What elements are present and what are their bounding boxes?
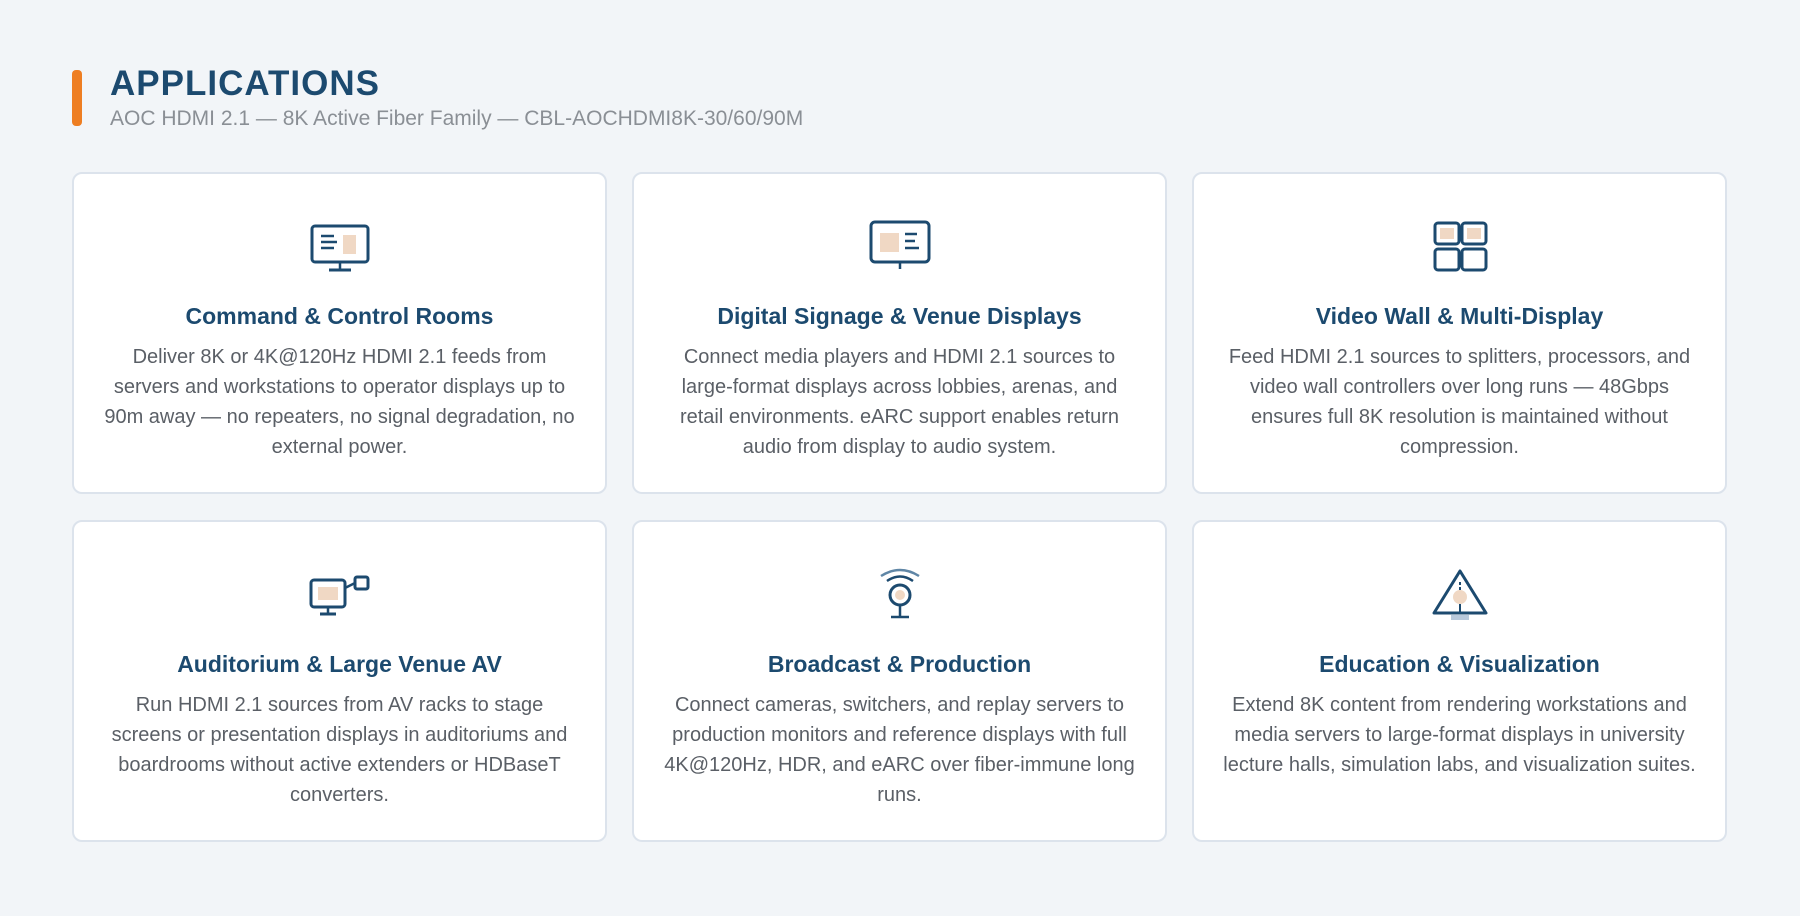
education-visualization-icon xyxy=(1432,569,1487,620)
application-card-command-control: Command & Control Rooms Deliver 8K or 4K… xyxy=(72,172,607,494)
card-title: Broadcast & Production xyxy=(767,651,1032,677)
page-title: APPLICATIONS xyxy=(110,64,380,103)
header-accent-bar xyxy=(72,70,82,126)
application-card-video-wall: Video Wall & Multi-Display Feed HDMI 2.1… xyxy=(1192,172,1727,494)
card-title: Education & Visualization xyxy=(1319,651,1600,677)
application-card-digital-signage: Digital Signage & Venue Displays Connect… xyxy=(632,172,1167,494)
card-title: Digital Signage & Venue Displays xyxy=(717,303,1082,329)
card-title: Auditorium & Large Venue AV xyxy=(177,651,502,677)
card-description: Connect media players and HDMI 2.1 sourc… xyxy=(679,346,1120,458)
projector-display-icon xyxy=(309,575,369,616)
page-subtitle: AOC HDMI 2.1 — 8K Active Fiber Family — … xyxy=(110,107,804,130)
signage-display-icon xyxy=(869,220,930,269)
card-description: Run HDMI 2.1 sources from AV racks to st… xyxy=(111,694,568,806)
applications-grid: Command & Control Rooms Deliver 8K or 4K… xyxy=(72,172,1728,842)
card-description: Feed HDMI 2.1 sources to splitters, proc… xyxy=(1228,346,1691,458)
card-description: Connect cameras, switchers, and replay s… xyxy=(664,694,1135,806)
application-card-broadcast: Broadcast & Production Connect cameras, … xyxy=(632,520,1167,842)
card-description: Deliver 8K or 4K@120Hz HDMI 2.1 feeds fr… xyxy=(104,346,575,458)
application-card-auditorium: Auditorium & Large Venue AV Run HDMI 2.1… xyxy=(72,520,607,842)
broadcast-camera-icon xyxy=(879,568,920,619)
application-card-education: Education & Visualization Extend 8K cont… xyxy=(1192,520,1727,842)
card-description: Extend 8K content from rendering worksta… xyxy=(1223,694,1696,776)
video-wall-grid-icon xyxy=(1433,221,1487,272)
card-title: Video Wall & Multi-Display xyxy=(1315,303,1604,329)
card-title: Command & Control Rooms xyxy=(185,303,494,329)
monitor-icon xyxy=(310,224,369,272)
